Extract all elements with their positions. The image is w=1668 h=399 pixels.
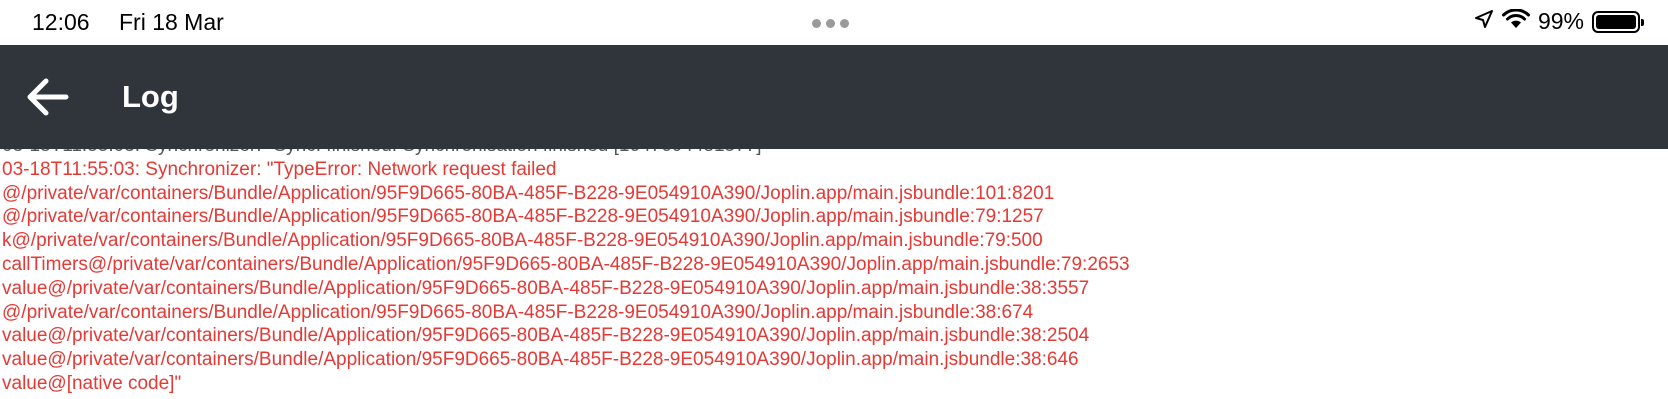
log-viewer[interactable]: 03-18T11:55:03: Synchronizer: "Sync: fin… <box>0 149 1668 399</box>
battery-percent: 99% <box>1537 8 1584 34</box>
app-header: Log <box>0 45 1668 149</box>
arrow-left-icon <box>27 78 69 116</box>
status-date: Fri 18 Mar <box>119 9 224 35</box>
log-line-error: @/private/var/containers/Bundle/Applicat… <box>2 301 1034 323</box>
battery-icon <box>1592 10 1644 33</box>
multitasking-dots-icon[interactable] <box>812 19 849 28</box>
log-line-error: @/private/var/containers/Bundle/Applicat… <box>2 206 1044 228</box>
log-line-error: value@/private/var/containers/Bundle/App… <box>2 349 1079 371</box>
status-time: 12:06 <box>32 9 90 35</box>
log-line-error: value@/private/var/containers/Bundle/App… <box>2 277 1090 299</box>
log-lines: 03-18T11:55:03: Synchronizer: "Sync: fin… <box>2 149 1130 396</box>
log-line-error: value@[native code]" <box>2 372 182 394</box>
log-line-error: value@/private/var/containers/Bundle/App… <box>2 325 1090 347</box>
back-button[interactable] <box>22 75 72 119</box>
log-line-error: @/private/var/containers/Bundle/Applicat… <box>2 182 1055 204</box>
battery-level-fill <box>1596 14 1636 29</box>
log-line-error: callTimers@/private/var/containers/Bundl… <box>2 253 1130 275</box>
location-arrow-icon <box>1474 8 1494 35</box>
log-line-partial: 03-18T11:55:03: Synchronizer: "Sync: fin… <box>2 149 1130 158</box>
log-line-error: k@/private/var/containers/Bundle/Applica… <box>2 230 1043 252</box>
status-indicators: 99% <box>1474 8 1644 35</box>
status-bar: 12:06 Fri 18 Mar 99% <box>0 0 1668 45</box>
log-line-error: 03-18T11:55:03: Synchronizer: "TypeError… <box>2 158 557 180</box>
wifi-icon <box>1501 8 1530 35</box>
page-title: Log <box>122 79 179 114</box>
